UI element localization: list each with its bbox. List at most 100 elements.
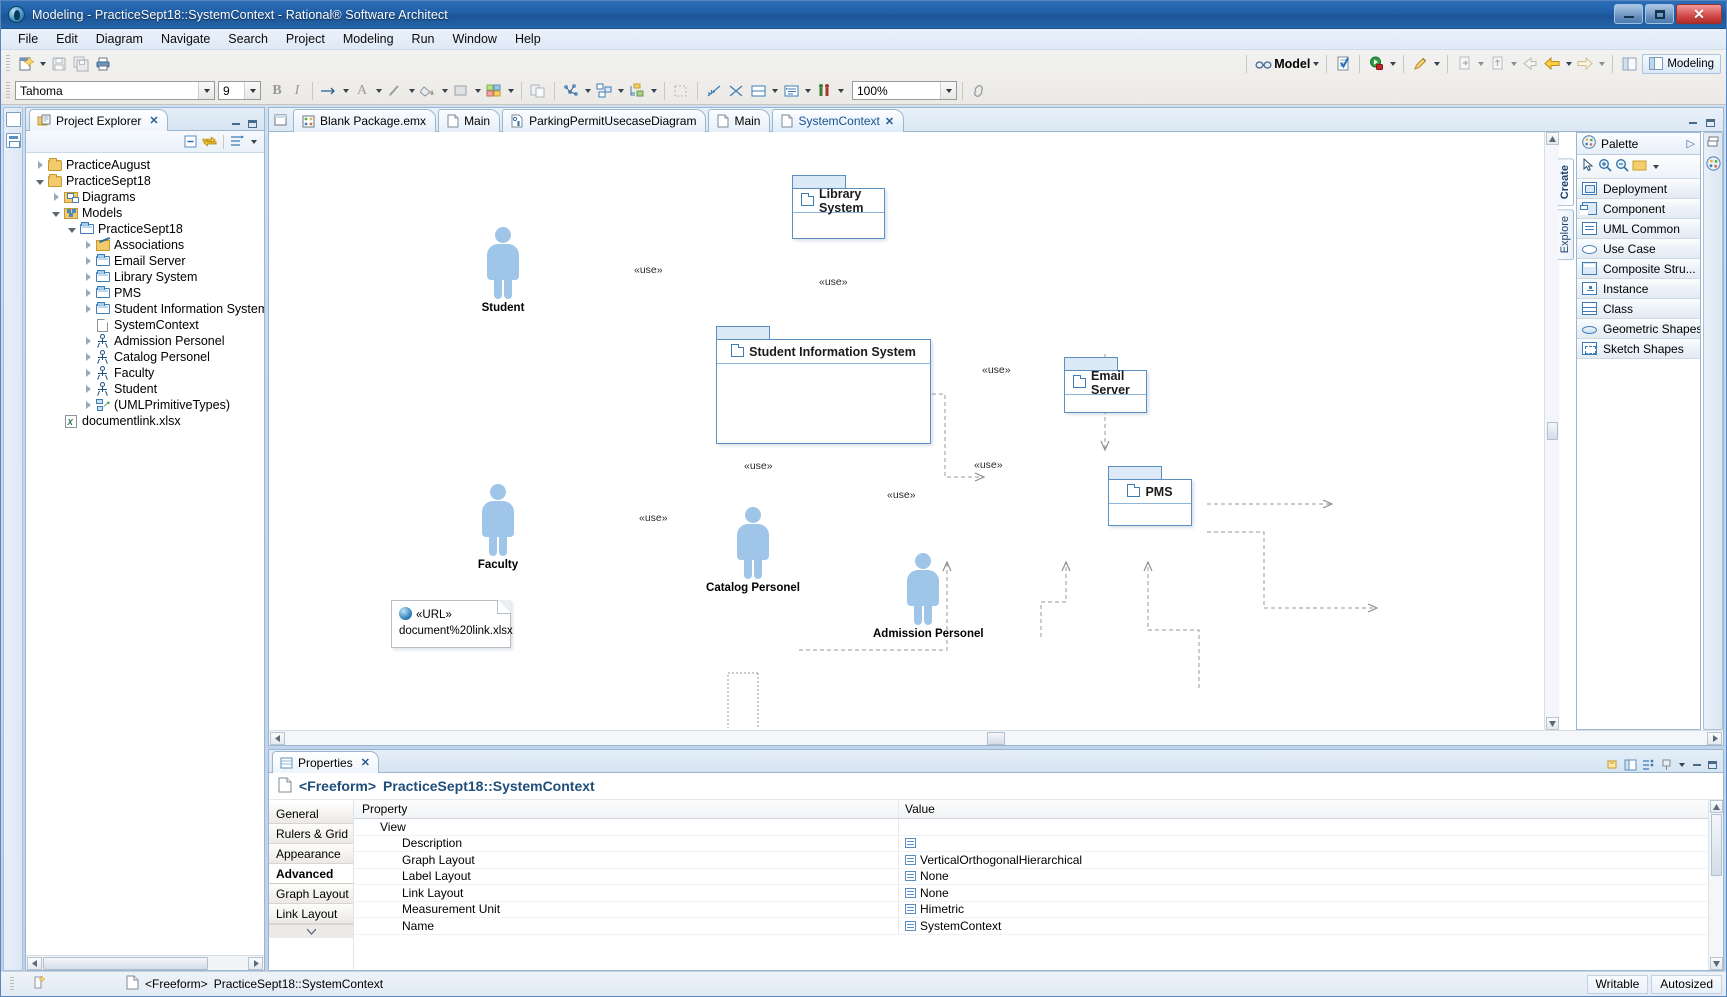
select-region-icon[interactable]: [670, 80, 692, 102]
prev-icon[interactable]: [1541, 53, 1563, 75]
tree-item[interactable]: ↗(UMLPrimitiveTypes): [26, 397, 264, 413]
minimize-icon[interactable]: [1686, 117, 1699, 129]
line-color-caret[interactable]: [406, 80, 417, 102]
menu-item-file[interactable]: File: [9, 30, 47, 48]
restore-icon[interactable]: [1605, 758, 1620, 772]
menu-item-edit[interactable]: Edit: [47, 30, 87, 48]
collapse-arrow-icon[interactable]: [50, 205, 62, 221]
palette-item-component[interactable]: Component: [1577, 199, 1700, 219]
tree-item[interactable]: SystemContext: [26, 317, 264, 333]
menu-item-search[interactable]: Search: [219, 30, 277, 48]
chevron-right-icon[interactable]: ▷: [1687, 137, 1695, 150]
show-list-caret[interactable]: [802, 80, 813, 102]
tree-item[interactable]: PracticeSept18: [26, 221, 264, 237]
toolbar-grip[interactable]: [5, 55, 12, 73]
use-dependency-label[interactable]: «use»: [981, 364, 1012, 376]
scroll-up-arrow[interactable]: [1710, 800, 1723, 813]
tab-properties[interactable]: Properties ✕: [272, 751, 379, 773]
line-style-icon[interactable]: [318, 80, 340, 102]
fill-color-caret[interactable]: [439, 80, 450, 102]
properties-row[interactable]: Measurement UnitHimetric: [354, 902, 1708, 919]
align-icon[interactable]: [626, 80, 648, 102]
tree-item[interactable]: Library System: [26, 269, 264, 285]
palette-item-use-case[interactable]: Use Case: [1577, 239, 1700, 259]
actor-shape[interactable]: Student: [453, 227, 553, 314]
fill-swatch-icon[interactable]: [450, 80, 472, 102]
expand-arrow-icon[interactable]: [82, 269, 94, 285]
hscroll-thumb[interactable]: [43, 957, 208, 970]
run-dropdown-caret[interactable]: [1387, 53, 1398, 75]
scroll-up-arrow[interactable]: [1546, 132, 1559, 145]
tree-item[interactable]: Faculty: [26, 365, 264, 381]
editor-tab-systemcontext[interactable]: SystemContext✕: [772, 109, 904, 132]
font-size-caret[interactable]: [244, 82, 260, 99]
expand-arrow-icon[interactable]: [82, 301, 94, 317]
actor-filter-icon[interactable]: [813, 80, 835, 102]
project-explorer-hscrollbar[interactable]: [26, 955, 264, 970]
palette-item-sketch-shapes[interactable]: Sketch Shapes: [1577, 339, 1700, 359]
canvas-vscrollbar[interactable]: [1544, 132, 1559, 730]
use-dependency-label[interactable]: «use»: [973, 459, 1004, 471]
scroll-right-arrow[interactable]: [248, 957, 263, 970]
compartment-icon[interactable]: [747, 80, 769, 102]
collapse-arrow-icon[interactable]: [34, 173, 46, 189]
next-dropdown-caret[interactable]: [1596, 53, 1607, 75]
editor-tab-main[interactable]: Main: [438, 109, 500, 132]
properties-vscrollbar[interactable]: [1708, 800, 1723, 970]
expand-arrow-icon[interactable]: [82, 253, 94, 269]
export-icon[interactable]: [1486, 53, 1508, 75]
properties-tab-rulers-grid[interactable]: Rulers & Grid: [269, 824, 353, 844]
view-menu-icon[interactable]: [1677, 759, 1687, 772]
properties-row[interactable]: Label LayoutNone: [354, 869, 1708, 886]
tab-project-explorer[interactable]: Project Explorer ✕: [29, 109, 168, 131]
expand-arrow-icon[interactable]: [82, 397, 94, 413]
hscroll-thumb[interactable]: [987, 732, 1005, 745]
palette-item-geometric-shapes[interactable]: Geometric Shapes: [1577, 319, 1700, 339]
url-note-shape[interactable]: «URL»document%20link.xlsx: [391, 600, 511, 648]
prev-dropdown-caret[interactable]: [1563, 53, 1574, 75]
color-palette-caret[interactable]: [505, 80, 516, 102]
project-explorer-rail-icon[interactable]: [6, 133, 21, 148]
font-color-caret[interactable]: [373, 80, 384, 102]
fill-color-icon[interactable]: [417, 80, 439, 102]
open-perspective-icon[interactable]: [1618, 53, 1640, 75]
font-color-icon[interactable]: A: [351, 80, 373, 102]
chevron-down-icon[interactable]: [249, 135, 258, 148]
glasses-icon[interactable]: [1252, 53, 1274, 75]
close-button[interactable]: ✕: [1676, 4, 1722, 24]
expand-arrow-icon[interactable]: [82, 349, 94, 365]
properties-row[interactable]: View: [354, 819, 1708, 836]
palette-tab-explore[interactable]: Explore: [1558, 209, 1574, 260]
menu-item-window[interactable]: Window: [443, 30, 505, 48]
new-dropdown-caret[interactable]: [37, 53, 48, 75]
link-icon[interactable]: [968, 80, 990, 102]
validate-icon[interactable]: [1332, 53, 1354, 75]
close-icon[interactable]: ✕: [885, 115, 894, 128]
expand-arrow-icon[interactable]: [82, 333, 94, 349]
minimize-icon[interactable]: [229, 118, 242, 130]
package-shape[interactable]: PMS: [1108, 466, 1192, 526]
palette-tab-create[interactable]: Create: [1558, 158, 1574, 206]
expand-arrow-icon[interactable]: [82, 365, 94, 381]
filter-icon[interactable]: [560, 80, 582, 102]
use-dependency-label[interactable]: «use»: [886, 489, 917, 501]
actor-shape[interactable]: Catalog Personel: [703, 507, 803, 594]
minimize-button[interactable]: [1614, 4, 1643, 24]
line-color-icon[interactable]: [384, 80, 406, 102]
restore-palette-icon[interactable]: [1707, 136, 1720, 151]
close-icon[interactable]: ✕: [361, 756, 370, 769]
select-icon[interactable]: [1581, 158, 1595, 175]
tabs-icon[interactable]: [1623, 758, 1638, 772]
package-shape[interactable]: Library System: [792, 175, 885, 239]
zoom-combo[interactable]: 100%: [852, 81, 957, 100]
font-name-caret[interactable]: [198, 82, 214, 99]
print-icon[interactable]: [92, 53, 114, 75]
menu-item-project[interactable]: Project: [277, 30, 334, 48]
graph-icon[interactable]: [703, 80, 725, 102]
tree-item[interactable]: documentlink.xlsx: [26, 413, 264, 429]
hide-connector-icon[interactable]: [725, 80, 747, 102]
expand-arrow-icon[interactable]: [82, 237, 94, 253]
editor-tab-main[interactable]: Main: [708, 109, 770, 132]
palette-item-class[interactable]: Class: [1577, 299, 1700, 319]
properties-tab-link-layout[interactable]: Link Layout: [269, 904, 353, 924]
